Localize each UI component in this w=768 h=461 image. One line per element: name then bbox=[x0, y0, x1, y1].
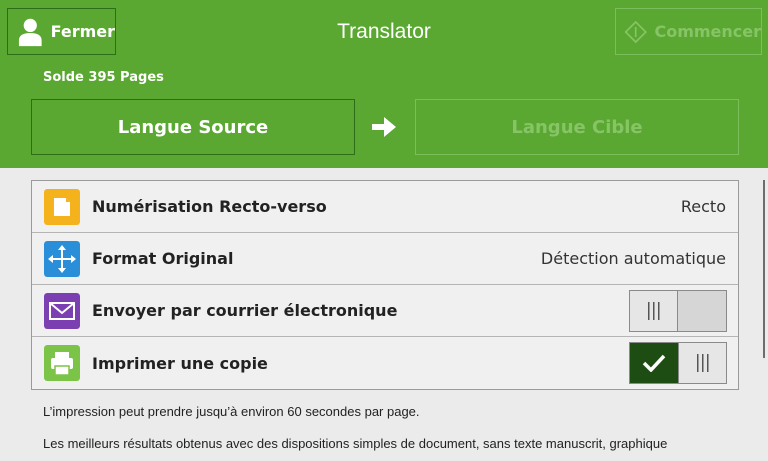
grip-icon bbox=[647, 302, 659, 320]
target-language-button[interactable]: Langue Cible bbox=[415, 99, 739, 155]
format-label: Format Original bbox=[92, 249, 234, 268]
note-quality: Les meilleurs résultats obtenus avec des… bbox=[43, 436, 668, 451]
settings-list: Numérisation Recto-verso Recto Format Or… bbox=[31, 180, 739, 390]
format-value: Détection automatique bbox=[540, 249, 726, 268]
start-button[interactable]: Commencer bbox=[615, 8, 762, 55]
email-toggle[interactable] bbox=[629, 290, 727, 332]
email-toggle-off bbox=[678, 291, 726, 331]
resize-arrows-icon bbox=[44, 241, 80, 277]
page-balance: Solde 395 Pages bbox=[43, 70, 164, 85]
print-row: Imprimer une copie bbox=[32, 337, 738, 389]
duplex-scan-icon bbox=[44, 189, 80, 225]
scrollbar[interactable] bbox=[763, 180, 765, 358]
email-toggle-knob bbox=[630, 291, 678, 331]
duplex-label: Numérisation Recto-verso bbox=[92, 197, 327, 216]
note-time: L’impression peut prendre jusqu’à enviro… bbox=[43, 404, 420, 419]
print-toggle-knob bbox=[678, 343, 726, 383]
print-toggle[interactable] bbox=[629, 342, 727, 384]
grip-icon bbox=[696, 354, 708, 372]
source-language-button[interactable]: Langue Source bbox=[31, 99, 355, 155]
format-row[interactable]: Format Original Détection automatique bbox=[32, 233, 738, 285]
start-diamond-icon bbox=[624, 20, 647, 43]
arrow-right-icon bbox=[372, 117, 396, 137]
duplex-value: Recto bbox=[680, 197, 726, 216]
header-bar: Fermer Translator Commencer Solde 395 Pa… bbox=[0, 0, 768, 168]
email-row: Envoyer par courrier électronique bbox=[32, 285, 738, 337]
checkmark-icon bbox=[642, 354, 666, 372]
start-button-label: Commencer bbox=[654, 22, 761, 41]
envelope-icon bbox=[44, 293, 80, 329]
email-label: Envoyer par courrier électronique bbox=[92, 301, 398, 320]
print-label: Imprimer une copie bbox=[92, 353, 268, 373]
print-toggle-on bbox=[630, 343, 678, 383]
printer-icon bbox=[44, 345, 80, 381]
duplex-row[interactable]: Numérisation Recto-verso Recto bbox=[32, 181, 738, 233]
